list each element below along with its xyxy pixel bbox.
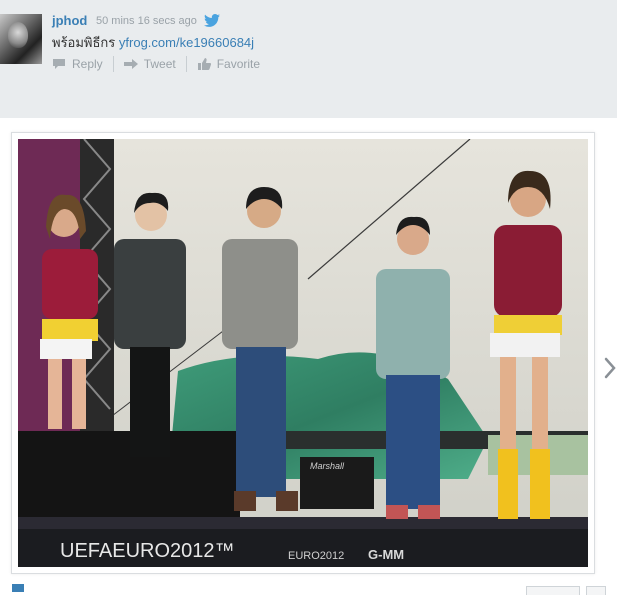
tweet-container: jphod 50 mins 16 secs ago พร้อมพิธีกร yf… [0,0,617,118]
tweet-text-prefix: พร้อมพิธีกร [52,35,119,50]
favorite-button[interactable]: Favorite [197,57,260,71]
divider [185,56,187,72]
event-photo[interactable]: UEFAEURO2012™ EURO2012 G-MM Marshall [18,139,588,567]
amp-brand: Marshall [310,461,345,471]
bottom-button-small[interactable] [586,586,606,595]
reply-label: Reply [72,57,103,71]
favorite-label: Favorite [216,57,261,71]
timestamp[interactable]: 50 mins 16 secs ago [96,15,197,27]
reply-icon [53,59,65,69]
chevron-right-icon[interactable] [603,356,617,380]
tweet-actions: Reply Tweet Favorite [52,56,260,72]
reply-button[interactable]: Reply [52,57,103,71]
tweet-text: พร้อมพิธีกร yfrog.com/ke19660684j [52,32,254,53]
stage-photo-illustration: UEFAEURO2012™ EURO2012 G-MM Marshall [18,139,588,567]
photo-frame: UEFAEURO2012™ EURO2012 G-MM Marshall [11,132,595,574]
bottom-button[interactable] [526,586,580,595]
tweet-link[interactable]: yfrog.com/ke19660684j [119,35,254,50]
retweet-label: Tweet [143,57,176,71]
thumbs-up-icon [197,58,211,70]
banner-logo2: EURO2012 [288,550,344,562]
username-link[interactable]: jphod [52,13,87,28]
list-icon[interactable] [12,584,24,592]
banner-text: UEFAEURO2012™ [60,540,235,562]
avatar[interactable] [0,14,42,64]
retweet-icon [123,59,138,69]
twitter-bird-icon [204,14,220,27]
divider [112,56,114,72]
sponsor-logo: G-MM [368,547,404,562]
retweet-button[interactable]: Tweet [123,57,176,71]
